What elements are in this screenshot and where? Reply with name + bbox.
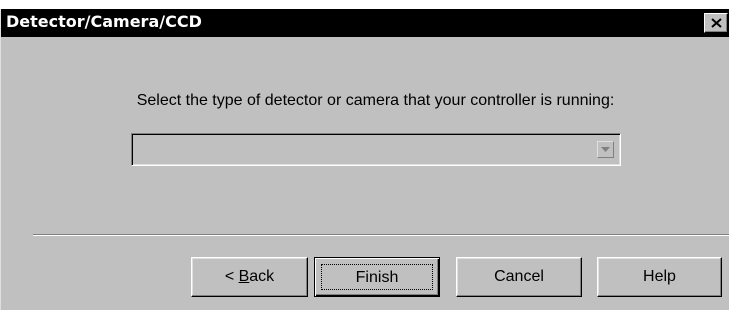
help-button-label: Help [643,268,676,285]
separator-line [33,234,729,236]
finish-button-label: Finish [355,269,399,286]
back-button[interactable]: < Back [191,257,308,297]
cancel-button[interactable]: Cancel [456,257,582,297]
detector-type-combobox[interactable] [131,133,621,166]
help-button[interactable]: Help [597,257,722,297]
finish-button[interactable]: Finish [314,257,440,297]
title-bar[interactable]: Detector/Camera/CCD [1,9,729,37]
prompt-row: Select the type of detector or camera th… [1,91,729,111]
cancel-button-label: Cancel [494,268,544,285]
back-button-mnemonic: B [238,268,250,285]
back-button-label-rest: ack [249,268,275,285]
focus-rectangle: Finish [321,264,433,290]
window-title: Detector/Camera/CCD [6,12,202,31]
wizard-dialog: Detector/Camera/CCD Select the type of d… [0,9,729,310]
chevron-down-icon [601,147,610,152]
back-button-prefix: < [224,268,239,285]
close-icon [711,18,722,28]
combobox-dropdown-button[interactable] [597,141,614,158]
close-button[interactable] [704,13,728,33]
prompt-label: Select the type of detector or camera th… [136,92,615,109]
